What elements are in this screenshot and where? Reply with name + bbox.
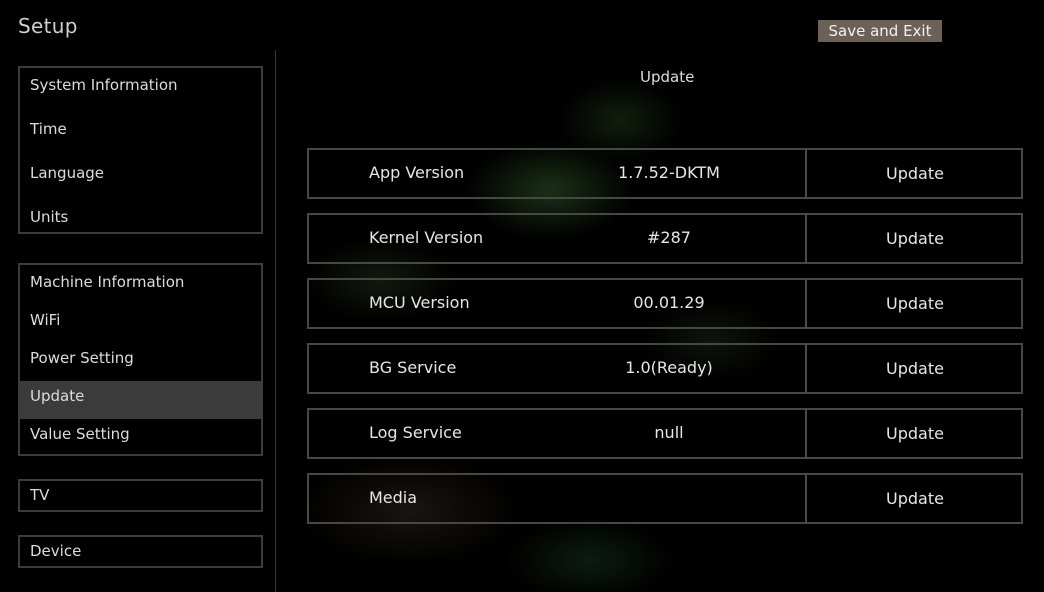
save-and-exit-button[interactable]: Save and Exit: [818, 20, 942, 42]
sidebar-item-update[interactable]: Update: [20, 381, 261, 419]
sidebar-item-units[interactable]: Units: [20, 200, 261, 244]
sidebar-item-tv[interactable]: TV: [20, 481, 261, 510]
update-kernel-button[interactable]: Update: [805, 213, 1023, 264]
sidebar-item-language[interactable]: Language: [20, 156, 261, 200]
row-label: MCU Version: [369, 293, 470, 312]
page-title: Setup: [18, 14, 78, 38]
update-mcu-button[interactable]: Update: [805, 278, 1023, 329]
sidebar-group-device: Device: [18, 535, 263, 568]
update-media-button[interactable]: Update: [805, 473, 1023, 524]
sidebar-item-value-setting[interactable]: Value Setting: [20, 419, 261, 457]
row-label: Log Service: [369, 423, 462, 442]
row-value: 1.0(Ready): [625, 358, 713, 377]
update-row-media: Media Update: [307, 473, 1023, 524]
update-row-app-version: App Version 1.7.52-DKTM Update: [307, 148, 1023, 199]
sidebar-item-device[interactable]: Device: [20, 537, 261, 566]
update-list: App Version 1.7.52-DKTM Update Kernel Ve…: [307, 148, 1023, 538]
row-value: null: [654, 423, 684, 442]
update-row-log-service: Log Service null Update: [307, 408, 1023, 459]
row-value: 1.7.52-DKTM: [618, 163, 720, 182]
sidebar-group-tv: TV: [18, 479, 263, 512]
row-label: App Version: [369, 163, 465, 182]
update-row-bg-service: BG Service 1.0(Ready) Update: [307, 343, 1023, 394]
row-label: Kernel Version: [369, 228, 484, 247]
sidebar-divider: [275, 50, 276, 592]
row-label: BG Service: [369, 358, 457, 377]
setup-screen: Setup Save and Exit System Information T…: [0, 0, 1044, 592]
sidebar-item-power-setting[interactable]: Power Setting: [20, 343, 261, 381]
update-bg-service-button[interactable]: Update: [805, 343, 1023, 394]
row-value: 00.01.29: [633, 293, 705, 312]
update-app-button[interactable]: Update: [805, 148, 1023, 199]
sidebar-item-wifi[interactable]: WiFi: [20, 305, 261, 343]
update-row-kernel-version: Kernel Version #287 Update: [307, 213, 1023, 264]
row-label: Media: [369, 488, 418, 507]
update-log-service-button[interactable]: Update: [805, 408, 1023, 459]
update-row-mcu-version: MCU Version 00.01.29 Update: [307, 278, 1023, 329]
sidebar-item-machine-information[interactable]: Machine Information: [20, 265, 261, 305]
section-title: Update: [640, 68, 695, 86]
row-value: #287: [647, 228, 691, 247]
sidebar-item-time[interactable]: Time: [20, 112, 261, 156]
sidebar-item-system-information[interactable]: System Information: [20, 68, 261, 112]
sidebar-group-system: System Information Time Language Units: [18, 66, 263, 234]
sidebar-group-machine: Machine Information WiFi Power Setting U…: [18, 263, 263, 456]
